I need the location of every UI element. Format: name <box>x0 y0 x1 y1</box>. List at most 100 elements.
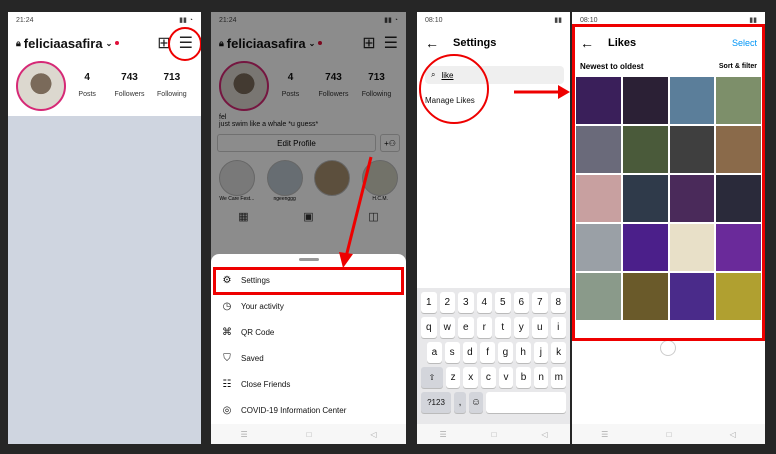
posts-count: 4 <box>84 71 90 83</box>
key[interactable]: d <box>462 342 478 363</box>
chevron-down-icon: ⌄ <box>105 38 113 48</box>
posts-stat[interactable]: 4 Posts <box>66 72 108 101</box>
avatar[interactable] <box>16 61 66 111</box>
comma-key[interactable]: , <box>454 392 466 413</box>
page-title: Settings <box>453 37 497 49</box>
key[interactable]: u <box>532 317 548 338</box>
menu-item-covid[interactable]: ◎ COVID-19 Information Center <box>211 397 406 423</box>
key[interactable]: f <box>480 342 495 363</box>
kb-row-numbers: 12345678 <box>417 292 570 313</box>
key[interactable]: c <box>481 367 496 388</box>
key[interactable]: b <box>516 367 531 388</box>
key[interactable]: 1 <box>421 292 437 313</box>
annotation-circle <box>419 54 489 124</box>
key[interactable]: 8 <box>550 292 566 313</box>
space-key[interactable] <box>486 392 566 413</box>
key[interactable]: t <box>495 317 511 338</box>
key[interactable]: e <box>458 317 474 338</box>
status-time: 08:10 <box>425 16 443 24</box>
nav-back-icon[interactable]: ◁ <box>541 430 547 439</box>
profile-screen: 21:24 ▮▮ ◔ 🔒︎ feliciaasafira ⌄ ⊞ ☰ 4 Post… <box>8 12 201 444</box>
key[interactable]: j <box>533 342 549 363</box>
nav-home-icon[interactable]: □ <box>667 430 672 439</box>
menu-label: Your activity <box>241 301 284 311</box>
key[interactable]: 4 <box>476 292 492 313</box>
status-icons: ▮▮ ◔ <box>179 17 193 24</box>
symbols-key[interactable]: ?123 <box>421 392 451 413</box>
status-bar: 08:10 ▮▮ <box>417 12 570 28</box>
nav-back-icon[interactable]: ◁ <box>730 430 736 439</box>
back-arrow-icon[interactable]: ← <box>425 35 439 51</box>
nav-menu-icon[interactable]: ☰ <box>240 430 247 439</box>
key[interactable]: s <box>444 342 460 363</box>
status-icons: ▮▮ <box>554 17 562 24</box>
menu-label: Saved <box>241 353 264 363</box>
followers-label: Followers <box>114 90 145 98</box>
menu-item-activity[interactable]: ◷ Your activity <box>211 293 406 319</box>
key[interactable]: k <box>551 342 566 363</box>
list-icon: ☷ <box>222 378 232 390</box>
settings-search-screen: 08:10 ▮▮ ← Settings ⌕ like Manage Likes … <box>417 12 570 444</box>
nav-home-icon[interactable]: □ <box>492 430 497 439</box>
key[interactable]: r <box>476 317 492 338</box>
following-count: 713 <box>163 71 181 83</box>
posts-label: Posts <box>78 90 96 98</box>
key[interactable]: i <box>550 317 566 338</box>
sheet-handle <box>298 258 319 261</box>
profile-menu-screen: 21:24 ▮▮ ◔ 🔒︎ feliciaasafira ⌄ ⊞ ☰ 4 Post… <box>211 12 406 444</box>
username-switcher[interactable]: 🔒︎ feliciaasafira ⌄ <box>16 36 120 51</box>
emoji-key-icon[interactable]: ☺ <box>469 392 483 413</box>
nav-home-icon[interactable]: □ <box>307 430 312 439</box>
key[interactable]: n <box>533 367 549 388</box>
key[interactable]: x <box>463 367 479 388</box>
likes-screen: 08:10 ▮▮ ← Likes Select Newest to oldest… <box>572 12 765 444</box>
key[interactable]: g <box>498 342 513 363</box>
notification-dot <box>115 41 120 45</box>
kb-row-top: qwertyui <box>417 317 570 338</box>
menu-label: QR Code <box>241 327 275 337</box>
nav-menu-icon[interactable]: ☰ <box>439 430 446 439</box>
key[interactable]: 3 <box>458 292 474 313</box>
annotation-arrow <box>339 156 373 268</box>
status-bar: 21:24 ▮▮ ◔ <box>8 12 201 28</box>
status-time: 21:24 <box>16 16 34 24</box>
nav-menu-icon[interactable]: ☰ <box>601 430 608 439</box>
blank-content-area <box>8 116 201 444</box>
key[interactable]: z <box>445 367 461 388</box>
status-time: 08:10 <box>580 16 598 24</box>
key[interactable]: y <box>513 317 529 338</box>
android-nav-bar: ☰ □ ◁ <box>572 424 765 444</box>
keyboard: 12345678 qwertyui asdfghjk ⇧ zxcvbnm ?12… <box>417 288 570 444</box>
key[interactable]: v <box>498 367 514 388</box>
key[interactable]: 6 <box>513 292 529 313</box>
kb-row-bottom: ⇧ zxcvbnm <box>417 367 570 388</box>
menu-item-close-friends[interactable]: ☷ Close Friends <box>211 371 406 397</box>
annotation-arrow <box>514 85 570 99</box>
key[interactable]: 5 <box>495 292 511 313</box>
key[interactable]: m <box>551 367 567 388</box>
annotation-box <box>572 24 765 341</box>
key[interactable]: w <box>439 317 455 338</box>
menu-item-qr[interactable]: ⌘ QR Code <box>211 319 406 345</box>
android-nav-bar: ☰ □ ◁ <box>211 424 406 444</box>
menu-label: Close Friends <box>241 379 291 389</box>
following-stat[interactable]: 713 Following <box>151 72 193 101</box>
status-icons: ▮▮ <box>749 17 757 24</box>
menu-item-saved[interactable]: ⛉ Saved <box>211 345 406 371</box>
followers-stat[interactable]: 743 Followers <box>108 72 150 101</box>
nav-back-icon[interactable]: ◁ <box>370 430 376 439</box>
activity-icon: ◷ <box>222 300 232 312</box>
shift-key-icon[interactable]: ⇧ <box>421 367 443 388</box>
kb-row-space: ?123 , ☺ <box>417 392 570 413</box>
android-nav-bar: ☰ □ ◁ <box>417 424 570 444</box>
key[interactable]: 2 <box>439 292 455 313</box>
annotation-circle <box>168 27 201 61</box>
key[interactable]: q <box>421 317 437 338</box>
key[interactable]: 7 <box>532 292 548 313</box>
key[interactable]: h <box>515 342 531 363</box>
lock-icon: 🔒︎ <box>16 37 21 48</box>
key[interactable]: a <box>427 342 442 363</box>
qr-icon: ⌘ <box>222 326 232 338</box>
followers-count: 743 <box>121 71 138 83</box>
kb-row-middle: asdfghjk <box>417 342 570 363</box>
